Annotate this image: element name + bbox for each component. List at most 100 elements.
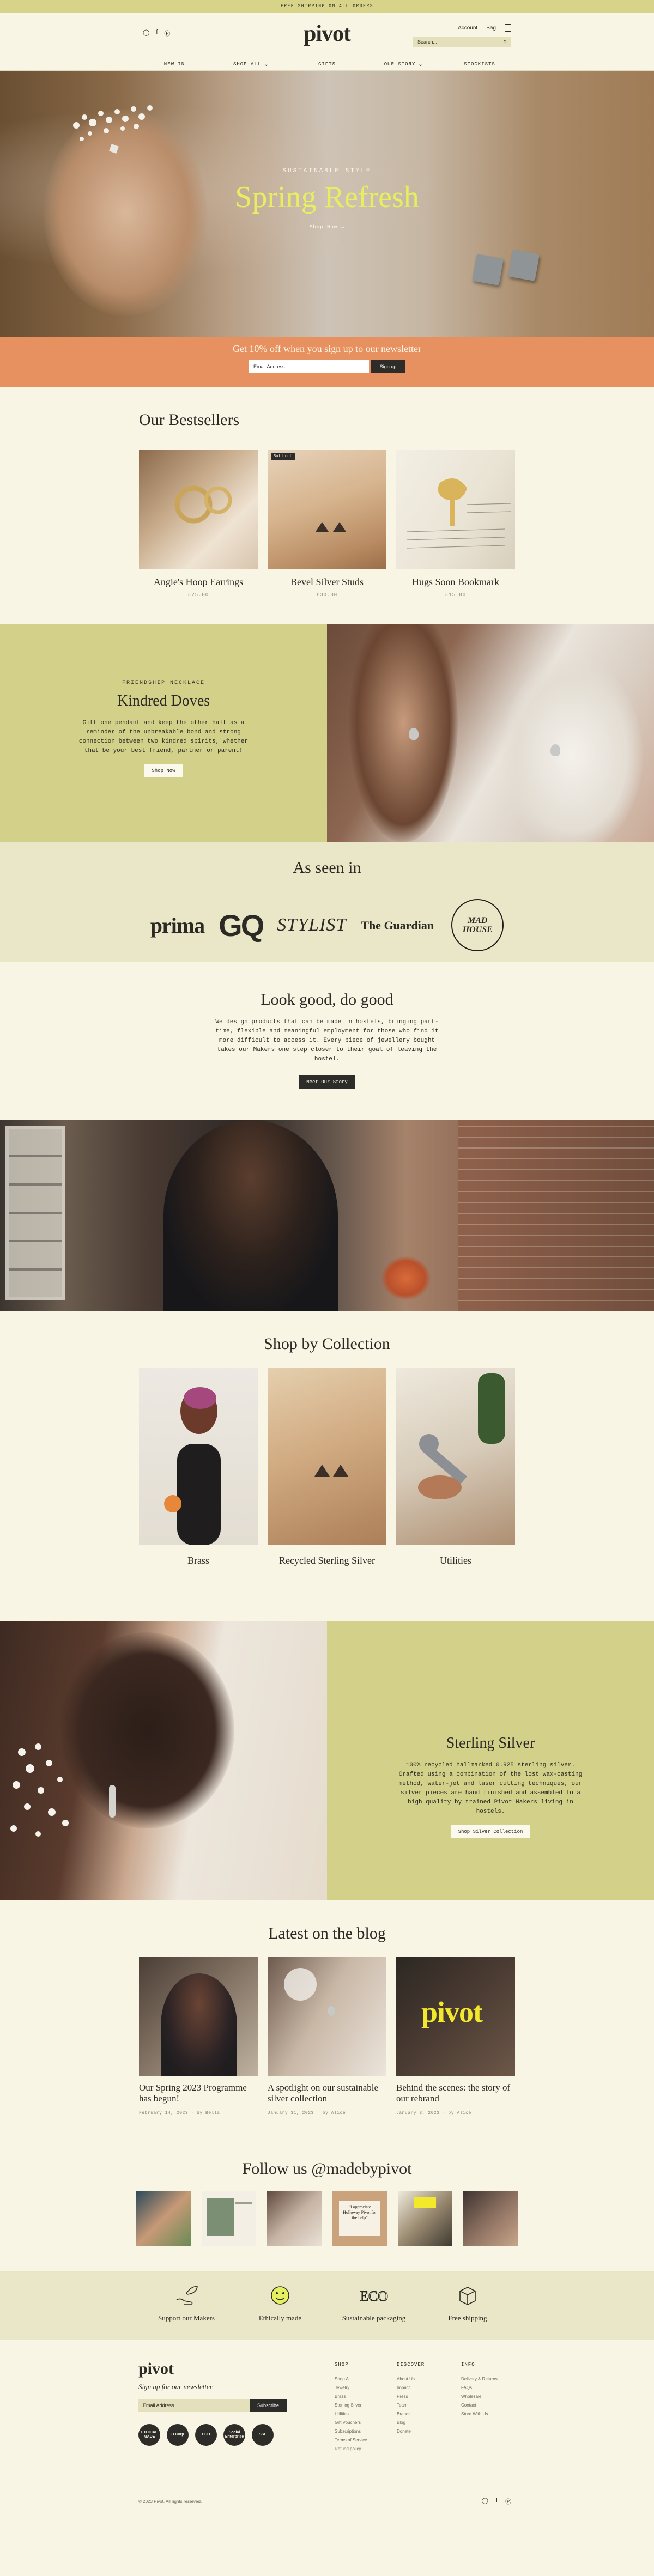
svg-text:ECO: ECO <box>360 2288 388 2304</box>
social-enterprise-badge: Social Enterprise <box>223 2424 245 2446</box>
instagram-icon[interactable]: ◯ <box>482 2497 488 2506</box>
instagram-tile[interactable] <box>463 2191 518 2246</box>
footer-link[interactable]: Blog <box>397 2419 425 2427</box>
footer-link[interactable]: Subscriptions <box>335 2427 367 2436</box>
instagram-icon[interactable]: ◯ <box>143 29 149 38</box>
feature-label: Sustainable packaging <box>342 2314 406 2322</box>
footer-link[interactable]: Shop All <box>335 2375 367 2384</box>
shop-silver-button[interactable]: Shop Silver Collection <box>450 1825 531 1838</box>
product-name[interactable]: Bevel Silver Studs <box>268 576 386 588</box>
collection-name[interactable]: Recycled Sterling Silver <box>268 1555 386 1566</box>
silver-studs-illustration <box>314 1465 348 1477</box>
footer-link[interactable]: Jewelry <box>335 2384 367 2392</box>
bag-link[interactable]: Bag <box>486 25 496 31</box>
collection-card[interactable]: Utilities <box>396 1368 515 1566</box>
collection-card[interactable]: Recycled Sterling Silver <box>268 1368 386 1566</box>
footer-signup-label: Sign up for our newsletter <box>138 2383 213 2391</box>
search-input[interactable]: Search... ⚲ <box>413 37 511 47</box>
instagram-tile[interactable]: “I appreciate Holloway Pivot for the hel… <box>332 2191 387 2246</box>
product-image[interactable]: Sold out <box>268 450 386 569</box>
newsletter-signup-button[interactable]: Sign up <box>371 360 405 373</box>
footer-email-input[interactable]: Email Address <box>138 2399 250 2412</box>
product-image[interactable] <box>396 450 515 569</box>
blog-post-title[interactable]: Behind the scenes: the story of our rebr… <box>396 2082 515 2104</box>
search-icon[interactable]: ⚲ <box>503 39 507 45</box>
product-card[interactable]: Hugs Soon Bookmark £15.00 <box>396 450 515 598</box>
instagram-title: Follow us @madebypivot <box>242 2160 412 2178</box>
footer-link[interactable]: Sterling Silver <box>335 2401 367 2410</box>
footer-subscribe-button[interactable]: Subscribe <box>250 2399 287 2412</box>
blog-post-image[interactable] <box>268 1957 386 2076</box>
collection-image-brass[interactable] <box>139 1368 258 1545</box>
instagram-tile[interactable] <box>202 2191 256 2246</box>
product-card[interactable]: Angie's Hoop Earrings £25.00 <box>139 450 258 598</box>
collection-name[interactable]: Brass <box>139 1555 258 1566</box>
footer-link[interactable]: Press <box>397 2392 425 2401</box>
account-link[interactable]: Account <box>458 25 477 31</box>
product-name[interactable]: Angie's Hoop Earrings <box>139 576 258 588</box>
blog-post-image[interactable]: pivot <box>396 1957 515 2076</box>
footer-logo[interactable]: pivot <box>138 2360 313 2378</box>
kindred-text: Gift one pendant and keep the other half… <box>78 720 249 754</box>
footer-link[interactable]: Impact <box>397 2384 425 2392</box>
kindred-title: Kindred Doves <box>117 692 210 709</box>
look-good-title: Look good, do good <box>261 991 393 1008</box>
copyright: © 2023 Pivot. All rights reserved. <box>138 2499 202 2504</box>
blog-post-meta: January 3, 2023 · by Alice <box>396 2111 471 2116</box>
product-image[interactable] <box>139 450 258 569</box>
instagram-tile[interactable] <box>398 2191 452 2246</box>
nav-gifts[interactable]: GIFTS <box>289 57 365 70</box>
collection-card[interactable]: Brass <box>139 1368 258 1566</box>
footer-col-shop: SHOP Shop All Jewelry Brass Sterling Sil… <box>335 2362 367 2453</box>
footer-link[interactable]: Team <box>397 2401 425 2410</box>
collection-name[interactable]: Utilities <box>396 1555 515 1566</box>
footer-link[interactable]: Store With Us <box>461 2410 498 2419</box>
footer-link[interactable]: Gift Vouchers <box>335 2419 367 2427</box>
footer-link[interactable]: Contact <box>461 2401 498 2410</box>
prima-logo: prima <box>150 913 205 938</box>
meet-our-story-button[interactable]: Meet Our Story <box>299 1075 355 1089</box>
footer-link[interactable]: About Us <box>397 2375 425 2384</box>
instagram-tile[interactable] <box>136 2191 191 2246</box>
footer-link[interactable]: FAQs <box>461 2384 498 2392</box>
footer-link[interactable]: Brands <box>397 2410 425 2419</box>
nav-our-story[interactable]: OUR STORY ⌄ <box>365 57 441 70</box>
footer-link[interactable]: Utilities <box>335 2410 367 2419</box>
blog-post-image[interactable] <box>139 1957 258 2076</box>
kindred-kicker: FRIENDSHIP NECKLACE <box>122 680 205 686</box>
blog-post-card[interactable]: pivot Behind the scenes: the story of ou… <box>396 1957 515 2116</box>
nav-new-in[interactable]: NEW IN <box>136 57 213 70</box>
kindred-shop-button[interactable]: Shop Now <box>144 764 183 777</box>
blog-post-card[interactable]: Our Spring 2023 Programme has begun! Feb… <box>139 1957 258 2116</box>
footer-link[interactable]: Wholesale <box>461 2392 498 2401</box>
blog-post-title[interactable]: A spotlight on our sustainable silver co… <box>268 2082 386 2104</box>
nav-shop-all[interactable]: SHOP ALL ⌄ <box>213 57 289 70</box>
hero-shop-now-link[interactable]: Shop Now → <box>309 224 344 230</box>
footer-link[interactable]: Terms of Service <box>335 2436 367 2445</box>
instagram-tile[interactable] <box>267 2191 322 2246</box>
facebook-icon[interactable]: f <box>156 29 158 38</box>
product-price: £25.00 <box>187 592 209 598</box>
footer-link[interactable]: Brass <box>335 2392 367 2401</box>
pinterest-icon[interactable]: Ⓟ <box>505 2497 511 2506</box>
blog-post-card[interactable]: A spotlight on our sustainable silver co… <box>268 1957 386 2116</box>
newsletter-band: Get 10% off when you sign up to our news… <box>0 337 654 387</box>
site-logo[interactable]: pivot <box>283 21 371 47</box>
footer-link[interactable]: Delivery & Returns <box>461 2375 498 2384</box>
blog-post-title[interactable]: Our Spring 2023 Programme has begun! <box>139 2082 258 2104</box>
product-card[interactable]: Sold out Bevel Silver Studs £30.00 <box>268 450 386 598</box>
stylist-logo: STYLIST <box>277 915 347 935</box>
pinterest-icon[interactable]: Ⓟ <box>164 29 170 38</box>
product-name[interactable]: Hugs Soon Bookmark <box>396 576 515 588</box>
bag-icon[interactable] <box>505 24 511 32</box>
nav-stockists[interactable]: STOCKISTS <box>441 57 518 70</box>
newsletter-email-input[interactable]: Email Address <box>249 360 369 373</box>
footer-link[interactable]: Refund policy <box>335 2445 367 2453</box>
collection-image-utilities[interactable] <box>396 1368 515 1545</box>
facebook-icon[interactable]: f <box>496 2497 498 2506</box>
smiley-icon <box>271 2286 289 2305</box>
feature-item: Support our Makers <box>140 2282 233 2340</box>
collection-image-silver[interactable] <box>268 1368 386 1545</box>
sterling-title: Sterling Silver <box>446 1735 535 1752</box>
footer-link[interactable]: Donate <box>397 2427 425 2436</box>
